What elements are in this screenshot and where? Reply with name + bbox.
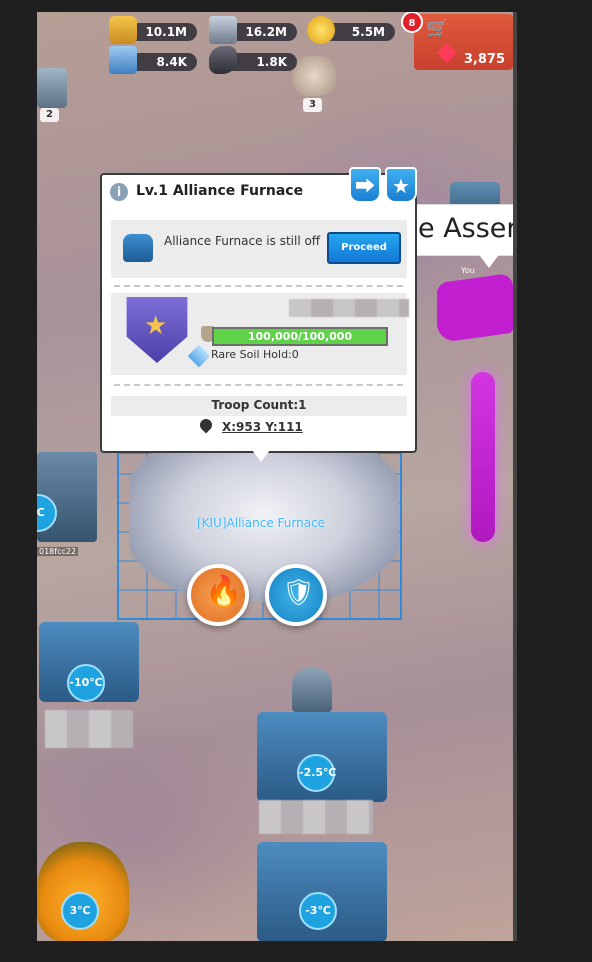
temperature-text: -10℃ [69,676,103,689]
divider [114,384,403,386]
furnace-name-label[interactable]: [KIU]Alliance Furnace [197,516,325,530]
status-text: Alliance Furnace is still off [164,234,321,248]
partial-player-label: You [461,266,475,275]
furnace-off-icon [123,234,153,262]
ignite-button[interactable]: 🔥 [187,564,249,626]
popup-pointer [252,450,270,462]
blurred-name [45,710,133,748]
favorite-button[interactable]: ★ [385,167,417,203]
temperature-badge: 3℃ [61,892,99,930]
notification-badge: 8 [401,12,423,33]
building-center-statue[interactable] [292,668,332,712]
coordinates-link[interactable]: X:953 Y:111 [222,420,303,434]
banner-text: e Asser [418,213,513,244]
bread-icon [109,16,137,44]
territory-banner: e Asser [415,204,513,256]
temperature-badge: -2.5℃ [297,754,337,792]
ore-icon [209,46,237,74]
star-icon: ★ [392,174,410,198]
alliance-furnace-popup: i Lv.1 Alliance Furnace ⮕ ★ Alliance Fur… [100,167,417,453]
magenta-beam [471,372,495,542]
troop-row: Troop Count:1 [111,396,407,416]
blurred-alliance-name [289,299,409,317]
flame-icon: 🔥 [205,574,243,609]
durability-text: 100,000/100,000 [247,330,353,343]
cart-icon: 🛒 [426,18,449,39]
resource-ore[interactable]: 1.8K [209,46,297,74]
resource-steel[interactable]: 8.4K [109,46,197,74]
side-strip [513,12,517,941]
temperature-badge: -10℃ [67,664,105,702]
proceed-button[interactable]: Proceed [327,232,401,264]
steel-icon [109,46,137,74]
resource-bread[interactable]: 10.1M [109,16,197,44]
rare-soil-text: Rare Soil Hold:0 [211,348,299,361]
divider [114,285,403,287]
resource-gold[interactable]: 5.5M [307,16,395,44]
user-shield-icon: 🛡 [282,578,316,608]
magenta-flag[interactable] [437,272,513,388]
info-icon[interactable]: i [110,183,128,201]
resource-iron[interactable]: 16.2M [209,16,297,44]
popup-title: Lv.1 Alliance Furnace [136,183,304,199]
temperature-badge: -3℃ [299,892,337,930]
location-pin-icon [197,416,215,434]
temperature-text: 3℃ [69,904,91,917]
blurred-name [259,800,373,834]
building-top-center[interactable] [292,56,336,96]
troop-count: Troop Count:1 [211,398,307,412]
building-topleft[interactable] [37,68,67,108]
gem-icon [437,43,457,63]
temperature-text: -3℃ [305,904,331,917]
share-icon: ⮕ [355,174,375,198]
emblem-star-icon: ★ [144,311,168,341]
durability-bar: 100,000/100,000 [212,327,388,346]
player-name: 018fcc22 [37,547,79,556]
level-tag: 2 [40,108,59,122]
banner-pointer [477,252,501,268]
rare-soil-icon [187,344,211,368]
iron-icon [209,16,237,44]
temperature-text: ℃ [37,506,45,519]
gem-count: 3,875 [463,52,505,67]
temperature-text: -2.5℃ [299,766,337,779]
shop-button[interactable]: 🛒 3,875 [414,14,513,70]
level-tag: 3 [303,98,322,112]
share-button[interactable]: ⮕ [349,167,381,203]
gold-coin-icon [307,16,335,44]
reinforce-button[interactable]: 🛡 [265,564,327,626]
game-viewport[interactable]: 2 3 e Asser You ℃ 018fcc22 [KIU]Alliance… [37,12,513,941]
